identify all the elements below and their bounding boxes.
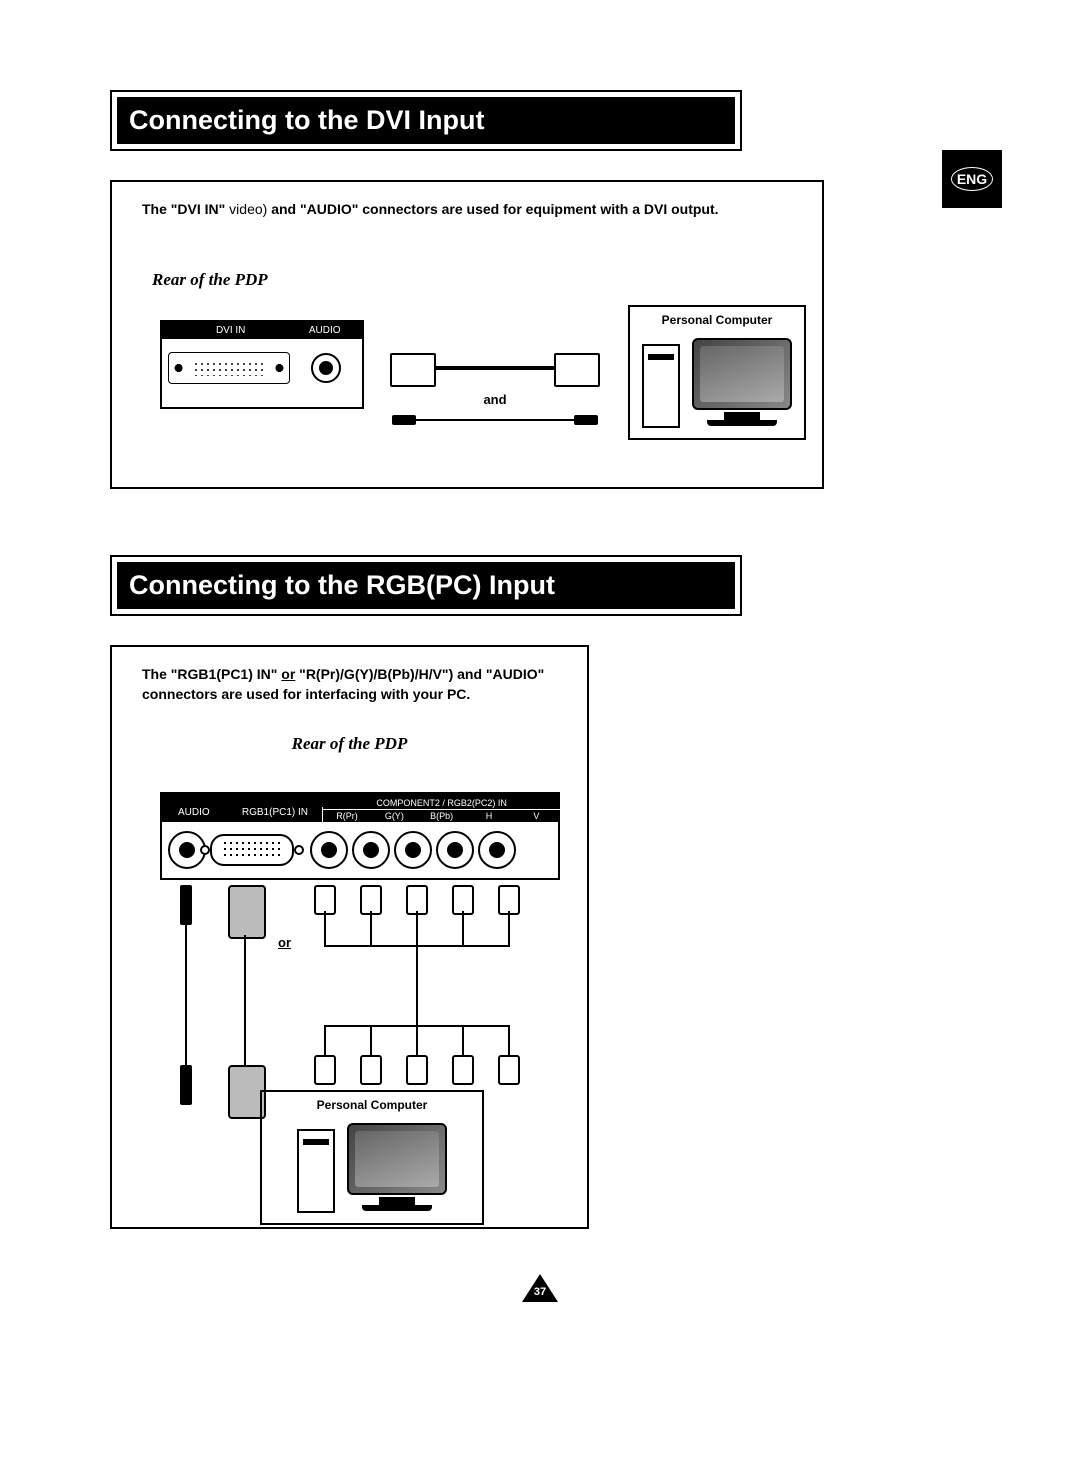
section2-title-bar: Connecting to the RGB(PC) Input [110, 555, 742, 616]
pc-box-2: Personal Computer [260, 1090, 484, 1225]
language-badge: ENG [951, 167, 993, 191]
pc-box-1: Personal Computer [628, 305, 806, 440]
section1-subhead: Rear of the PDP [152, 270, 822, 290]
dvi-cables-diagram: and [390, 348, 600, 431]
intro2-or: or [281, 666, 295, 682]
bnc-trunk-line-icon [416, 945, 418, 1025]
manual-page: ENG Connecting to the DVI Input The "DVI… [0, 0, 1080, 1482]
audio-cable-icon [390, 411, 600, 431]
section1-title-bar: Connecting to the DVI Input [110, 90, 742, 151]
audio-mini-plug-top-icon [180, 885, 192, 925]
bnc-line-b4 [462, 1025, 464, 1055]
rpr-label: R(Pr) [323, 810, 370, 822]
section2-intro: The "RGB1(PC1) IN" or "R(Pr)/G(Y)/B(Pb)/… [142, 665, 567, 704]
dvi-ports-row [162, 339, 362, 397]
pc1-drawing [642, 333, 792, 428]
pc2-title: Personal Computer [274, 1098, 470, 1112]
component2-group: COMPONENT2 / RGB2(PC2) IN R(Pr) G(Y) B(P… [323, 797, 560, 822]
bnc-line-b5 [508, 1025, 510, 1055]
intro-part2: and "AUDIO" connectors are used for equi… [271, 201, 718, 217]
page-number-marker: 37 [522, 1274, 558, 1302]
bnc-rpr-icon [310, 831, 348, 869]
component2-title: COMPONENT2 / RGB2(PC2) IN [323, 797, 560, 810]
pc-monitor-icon [692, 338, 792, 428]
pc-tower-icon [642, 344, 680, 428]
bnc-gy-icon [352, 831, 390, 869]
component2-sublabels: R(Pr) G(Y) B(Pb) H V [323, 810, 560, 822]
bnc-v-icon [478, 831, 516, 869]
gy-label: G(Y) [371, 810, 418, 822]
dvi-in-label: DVI IN [168, 325, 293, 336]
h-label: H [465, 810, 512, 822]
bnc-line-b1 [324, 1025, 326, 1055]
bnc-plug-5-bottom-icon [498, 1055, 520, 1085]
bnc-bpb-icon [394, 831, 432, 869]
bnc-line-b3 [416, 1025, 418, 1055]
rgb-panel-labels: AUDIO RGB1(PC1) IN COMPONENT2 / RGB2(PC2… [160, 792, 560, 822]
pc1-title: Personal Computer [642, 313, 792, 327]
section2-title: Connecting to the RGB(PC) Input [117, 562, 735, 609]
intro2-prefix: The "RGB1(PC1) IN" [142, 666, 281, 682]
v-label: V [513, 810, 560, 822]
dvi-cable-icon [390, 348, 600, 388]
section2-subhead: Rear of the PDP [112, 734, 587, 754]
intro-light: video) [225, 201, 271, 217]
language-tab: ENG [942, 150, 1002, 208]
bnc-plug-3-bottom-icon [406, 1055, 428, 1085]
intro-part1: The "DVI IN" [142, 201, 225, 217]
bnc-line-1 [324, 911, 326, 945]
section1-title: Connecting to the DVI Input [117, 97, 735, 144]
dvi-rear-panel: DVI IN AUDIO [160, 320, 364, 409]
bnc-line-b2 [370, 1025, 372, 1055]
bnc-plug-2-bottom-icon [360, 1055, 382, 1085]
bnc-line-3 [416, 911, 418, 945]
pc2-drawing [297, 1118, 447, 1213]
page-number-triangle-icon: 37 [522, 1274, 558, 1302]
dvi-audio-label: AUDIO [293, 325, 356, 336]
vga-plug-top-icon [228, 885, 266, 939]
bnc-plug-1-bottom-icon [314, 1055, 336, 1085]
and-label: and [390, 392, 600, 407]
rgb-ports-row [160, 822, 560, 880]
vga-port-icon [210, 834, 294, 866]
dvi-panel-labels: DVI IN AUDIO [162, 322, 362, 339]
rgb-rear-panel: AUDIO RGB1(PC1) IN COMPONENT2 / RGB2(PC2… [160, 792, 560, 880]
pc-tower-icon-2 [297, 1129, 335, 1213]
bnc-line-2 [370, 911, 372, 945]
pc-monitor-icon-2 [347, 1123, 447, 1213]
dvi-connector-icon [168, 352, 290, 384]
rgb1-pc1-label: RGB1(PC1) IN [228, 807, 324, 822]
vga-cable-line-icon [244, 935, 246, 1065]
bpb-label: B(Pb) [418, 810, 465, 822]
rgb-audio-label: AUDIO [160, 807, 228, 822]
audio-mini-plug-bottom-icon [180, 1065, 192, 1105]
section1-intro: The "DVI IN" video) and "AUDIO" connecto… [142, 200, 802, 220]
bnc-h-icon [436, 831, 474, 869]
audio-cable-line-icon [185, 925, 187, 1065]
bnc-plug-4-bottom-icon [452, 1055, 474, 1085]
bnc-line-4 [462, 911, 464, 945]
page-number: 37 [530, 1286, 550, 1298]
or-label: or [278, 935, 291, 950]
dvi-audio-jack-icon [296, 353, 356, 383]
bnc-line-5 [508, 911, 510, 945]
